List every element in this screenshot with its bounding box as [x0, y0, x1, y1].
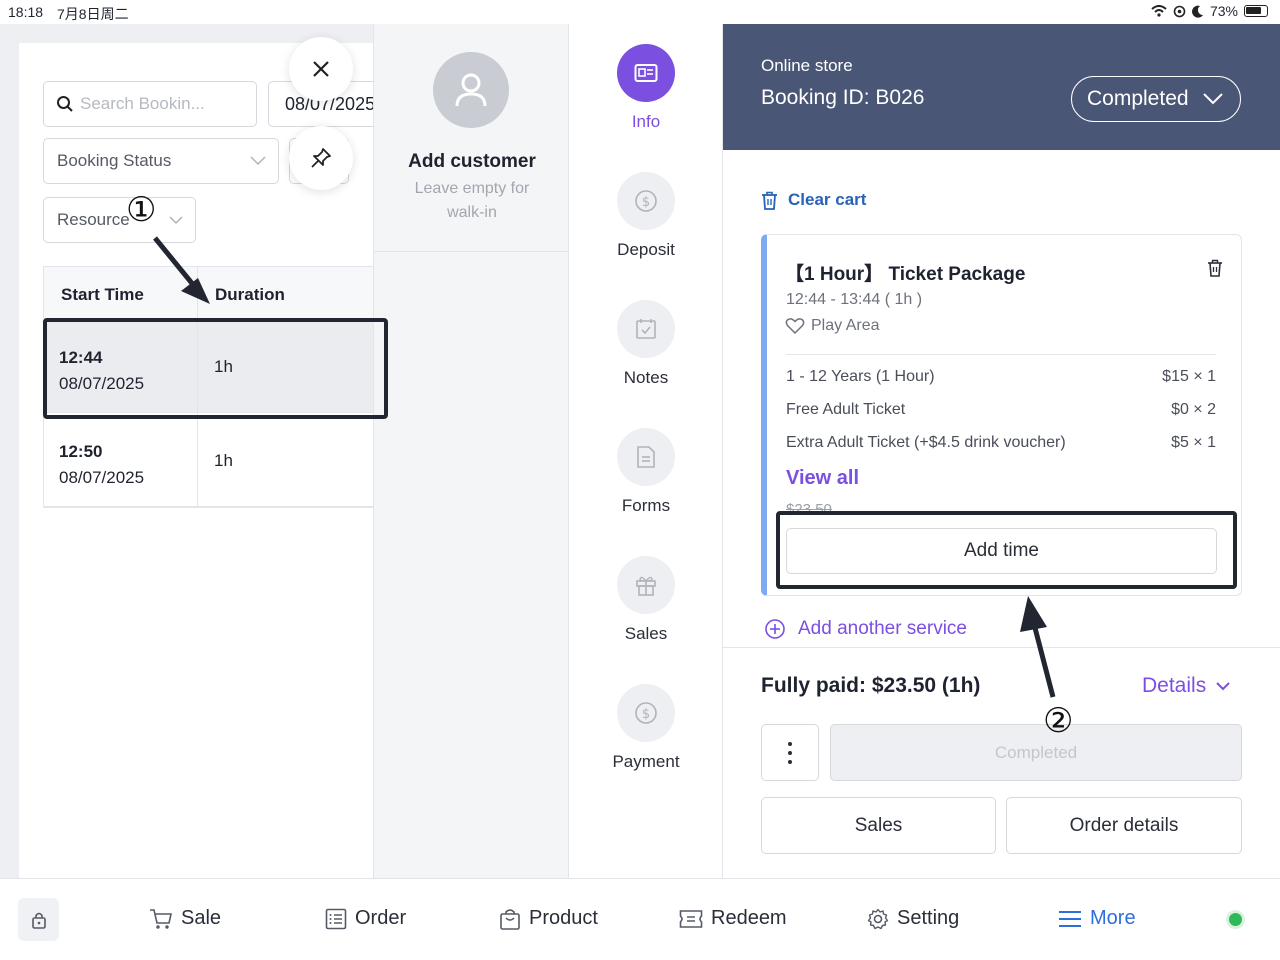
annotation-arrows [153, 236, 1056, 698]
annotation-arrow-1-head [181, 278, 210, 304]
annotation-label-2: ② [1043, 701, 1074, 741]
annotation-label-1: ① [126, 190, 157, 230]
annotation-arrow-2-head [1020, 596, 1047, 632]
annotation-arrow-2-shaft [1031, 623, 1056, 698]
annotation-arrow-1-shaft [153, 236, 197, 289]
